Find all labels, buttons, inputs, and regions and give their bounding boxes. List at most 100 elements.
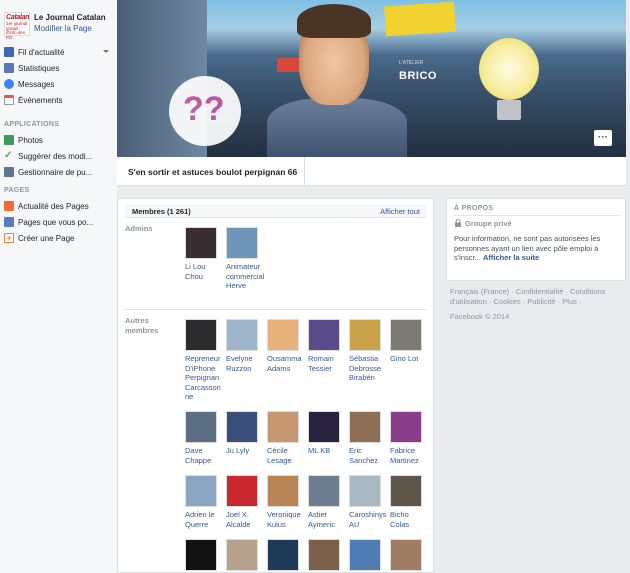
page-name-link[interactable]: Le Journal Catalan xyxy=(34,13,106,22)
sidebar-item-liked-pages[interactable]: Pages que vous po... xyxy=(4,216,114,228)
member-name[interactable]: Cécile Lesage xyxy=(267,446,307,465)
member-item[interactable]: Romain Tessier xyxy=(308,319,348,373)
sidebar-item-events[interactable]: Évènements xyxy=(4,94,114,106)
member-name[interactable]: Bicho Colas xyxy=(390,510,430,529)
member-name[interactable]: Gino Lot xyxy=(390,354,430,364)
member-item[interactable] xyxy=(267,539,307,573)
sidebar-item-suggest-edits[interactable]: ✓ Suggérer des modi... xyxy=(4,150,114,162)
member-avatar[interactable] xyxy=(390,475,422,507)
member-item[interactable]: Cécile Lesage xyxy=(267,411,307,465)
member-name[interactable]: ML KB xyxy=(308,446,348,456)
member-avatar[interactable] xyxy=(226,319,258,351)
member-name[interactable]: Ousamma Adams xyxy=(267,354,307,373)
left-sidebar: Catalan 1er journal gratuit d'info des P… xyxy=(0,0,117,573)
member-avatar[interactable] xyxy=(390,539,422,571)
member-item[interactable]: Evelyne Ruzzon xyxy=(226,319,266,373)
stats-icon xyxy=(4,63,14,73)
member-avatar[interactable] xyxy=(390,411,422,443)
member-avatar[interactable] xyxy=(185,475,217,507)
group-description: Pour information, ne sont pas autorisées… xyxy=(454,234,622,263)
member-avatar[interactable] xyxy=(185,411,217,443)
member-name[interactable]: Adrien le Querre xyxy=(185,510,225,529)
member-name[interactable]: Astier Aymeric xyxy=(308,510,348,529)
member-avatar[interactable] xyxy=(185,319,217,351)
member-name[interactable]: Joel X. Alcalde xyxy=(226,510,266,529)
member-avatar[interactable] xyxy=(308,411,340,443)
sidebar-item-create-page[interactable]: + Créer une Page xyxy=(4,232,114,244)
cover-menu-button[interactable]: ··· xyxy=(594,130,612,146)
member-avatar[interactable] xyxy=(349,539,381,571)
member-name[interactable]: Romain Tessier xyxy=(308,354,348,373)
lightbulb-base xyxy=(497,100,521,120)
member-avatar[interactable] xyxy=(185,539,217,571)
sidebar-item-ads-manager[interactable]: Gestionnaire de pu... xyxy=(4,166,114,178)
sidebar-item-pages-feed[interactable]: Actualité des Pages xyxy=(4,200,114,212)
member-name[interactable]: Sébastia Debrosse Birabén xyxy=(349,354,389,383)
member-name[interactable]: Caroshinys AU xyxy=(349,510,389,529)
member-avatar[interactable] xyxy=(267,475,299,507)
member-item[interactable]: Caroshinys AU xyxy=(349,475,389,529)
member-name[interactable]: Li Lou Chou xyxy=(185,262,225,281)
sidebar-item-photos[interactable]: Photos xyxy=(4,134,114,146)
member-avatar[interactable] xyxy=(308,475,340,507)
member-avatar[interactable] xyxy=(226,411,258,443)
member-avatar[interactable] xyxy=(267,411,299,443)
member-item[interactable] xyxy=(185,539,225,573)
show-all-members-link[interactable]: Afficher tout xyxy=(380,207,420,216)
member-avatar[interactable] xyxy=(226,539,258,571)
member-item[interactable]: Repreneur D'iPhone Perpignan Carcassonne xyxy=(185,319,225,402)
member-item[interactable]: Ju Lyly xyxy=(226,411,266,456)
sidebar-item-stats[interactable]: Statistiques xyxy=(4,62,114,74)
member-item[interactable]: Joel X. Alcalde xyxy=(226,475,266,529)
member-item[interactable]: Dave Chappe xyxy=(185,411,225,465)
members-header: Membres (1 261) Afficher tout xyxy=(125,204,426,218)
member-item[interactable]: Fabrice Martinez xyxy=(390,411,430,465)
logo-text: Catalan xyxy=(6,14,30,21)
member-name[interactable]: Fabrice Martinez xyxy=(390,446,430,465)
member-item[interactable]: Li Lou Chou xyxy=(185,227,225,281)
member-item[interactable] xyxy=(226,539,266,573)
member-name[interactable]: Dave Chappe xyxy=(185,446,225,465)
member-item[interactable] xyxy=(390,539,430,573)
member-name[interactable]: Ju Lyly xyxy=(226,446,266,456)
edit-page-link[interactable]: Modifier la Page xyxy=(34,24,92,33)
member-item[interactable]: Animateur commercial Herve xyxy=(226,227,266,291)
member-name[interactable]: Eric Sanchez xyxy=(349,446,389,465)
member-item[interactable]: Veronique Kulus xyxy=(267,475,307,529)
member-item[interactable]: Bicho Colas xyxy=(390,475,430,529)
member-name[interactable]: Animateur commercial Herve xyxy=(226,262,266,291)
member-item[interactable]: Sébastia Debrosse Birabén xyxy=(349,319,389,383)
member-avatar[interactable] xyxy=(349,411,381,443)
group-name-tab[interactable]: S'en sortir et astuces boulot perpignan … xyxy=(117,157,305,186)
footer-links[interactable]: Français (France) · Confidentialité · Co… xyxy=(450,287,626,307)
member-item[interactable] xyxy=(308,539,348,573)
sidebar-item-news-feed[interactable]: Fil d'actualité xyxy=(4,46,114,58)
sidebar-item-label: Fil d'actualité xyxy=(18,47,65,57)
member-name[interactable]: Repreneur D'iPhone Perpignan Carcassonne xyxy=(185,354,225,402)
member-item[interactable] xyxy=(349,539,389,573)
member-item[interactable]: Ousamma Adams xyxy=(267,319,307,373)
member-item[interactable]: Adrien le Querre xyxy=(185,475,225,529)
member-item[interactable]: Gino Lot xyxy=(390,319,430,364)
member-name[interactable]: Evelyne Ruzzon xyxy=(226,354,266,373)
member-item[interactable]: Astier Aymeric xyxy=(308,475,348,529)
sidebar-item-label: Messages xyxy=(18,79,55,89)
sidebar-item-messages[interactable]: Messages xyxy=(4,78,114,90)
member-avatar[interactable] xyxy=(226,227,258,259)
page-logo[interactable]: Catalan 1er journal gratuit d'info des P… xyxy=(4,12,30,39)
member-avatar[interactable] xyxy=(267,539,299,571)
member-avatar[interactable] xyxy=(308,319,340,351)
member-avatar[interactable] xyxy=(349,475,381,507)
chevron-down-icon[interactable] xyxy=(103,50,109,53)
member-item[interactable]: ML KB xyxy=(308,411,348,456)
member-avatar[interactable] xyxy=(185,227,217,259)
member-avatar[interactable] xyxy=(267,319,299,351)
see-more-link[interactable]: Afficher la suite xyxy=(483,253,539,262)
member-avatar[interactable] xyxy=(226,475,258,507)
member-name[interactable]: Veronique Kulus xyxy=(267,510,307,529)
member-avatar[interactable] xyxy=(308,539,340,571)
member-item[interactable]: Eric Sanchez xyxy=(349,411,389,465)
lightbulb-icon xyxy=(479,38,539,100)
member-avatar[interactable] xyxy=(349,319,381,351)
member-avatar[interactable] xyxy=(390,319,422,351)
